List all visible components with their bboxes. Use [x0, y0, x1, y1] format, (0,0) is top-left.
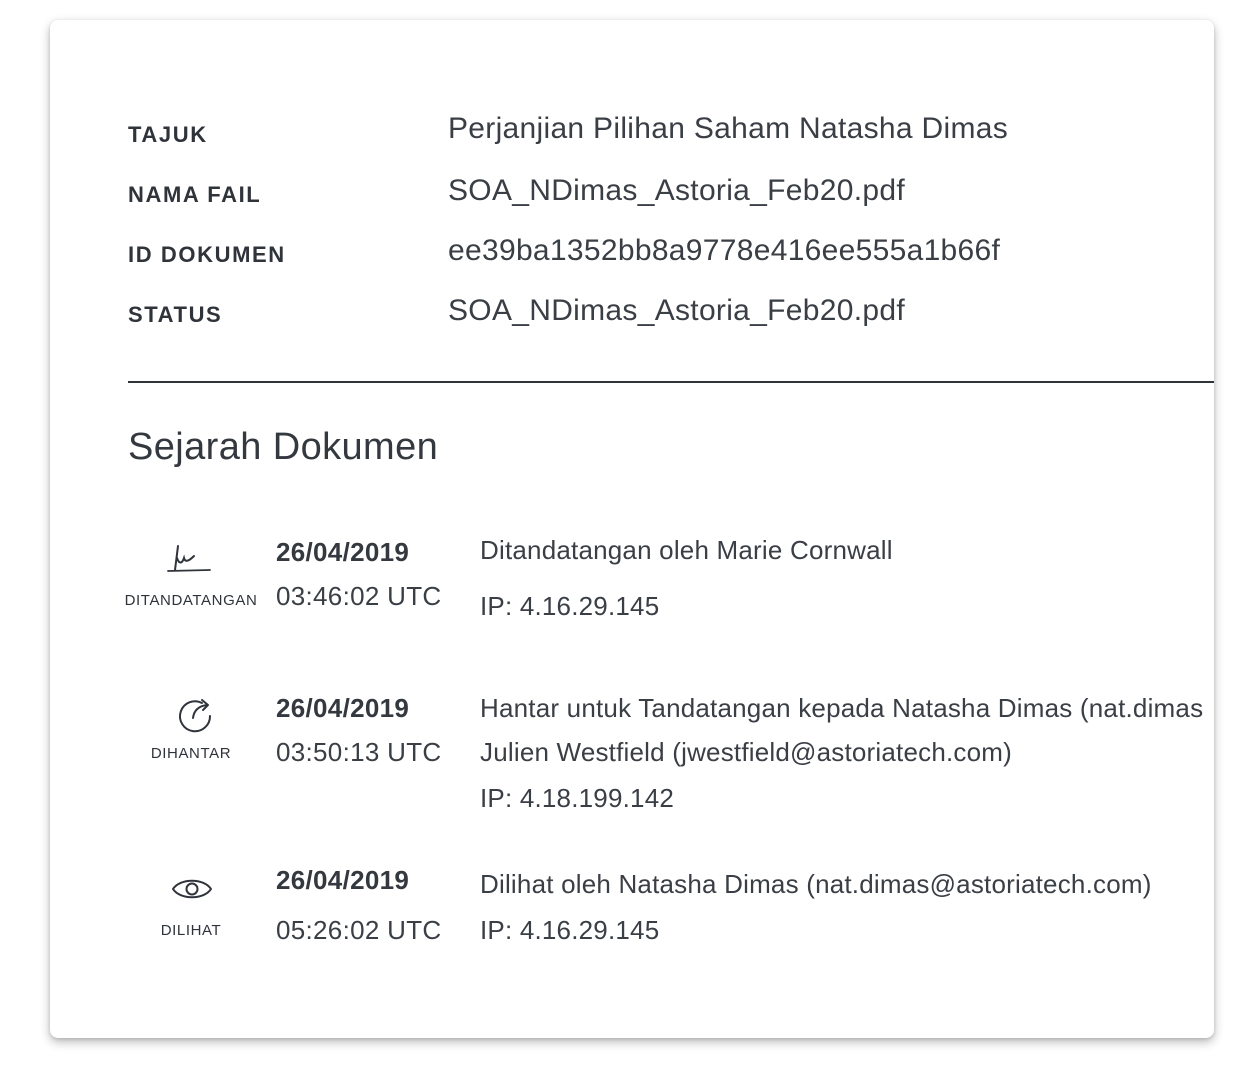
event-ip: IP: 4.18.199.142 — [480, 783, 675, 813]
section-divider — [128, 381, 1214, 383]
title-label: TAJUK — [128, 122, 208, 147]
event-type-sent: DIHANTAR — [150, 745, 232, 762]
event-date: 26/04/2019 — [276, 537, 410, 567]
audit-trail-card: TAJUK Perjanjian Pilihan Saham Natasha D… — [50, 20, 1214, 1038]
filename-label: NAMA FAIL — [128, 182, 262, 207]
status-value: SOA_NDimas_Astoria_Feb20.pdf — [448, 294, 905, 327]
event-time: 03:50:13 UTC — [276, 737, 442, 767]
event-date: 26/04/2019 — [276, 865, 410, 895]
title-value: Perjanjian Pilihan Saham Natasha Dimas — [448, 112, 1009, 145]
event-recipient: Julien Westfield (jwestfield@astoriatech… — [480, 737, 1012, 767]
signature-icon — [166, 540, 214, 578]
event-time: 05:26:02 UTC — [276, 915, 442, 945]
eye-icon — [170, 874, 214, 904]
filename-value: SOA_NDimas_Astoria_Feb20.pdf — [448, 174, 905, 207]
event-type-signed: DITANDATANGAN — [124, 592, 258, 609]
event-description: Ditandatangan oleh Marie Cornwall — [480, 535, 893, 565]
document-id-value: ee39ba1352bb8a9778e416ee555a1b66f — [448, 234, 1001, 267]
event-time: 03:46:02 UTC — [276, 581, 442, 611]
event-description: Hantar untuk Tandatangan kepada Natasha … — [480, 693, 1204, 723]
status-label: STATUS — [128, 302, 223, 327]
document-id-label: ID DOKUMEN — [128, 242, 286, 267]
history-title: Sejarah Dokumen — [128, 426, 439, 468]
event-ip: IP: 4.16.29.145 — [480, 915, 660, 945]
event-date: 26/04/2019 — [276, 693, 410, 723]
event-description: Dilihat oleh Natasha Dimas (nat.dimas@as… — [480, 869, 1152, 899]
event-type-viewed: DILIHAT — [160, 922, 222, 939]
event-ip: IP: 4.16.29.145 — [480, 591, 660, 621]
send-arrow-icon — [176, 694, 216, 734]
